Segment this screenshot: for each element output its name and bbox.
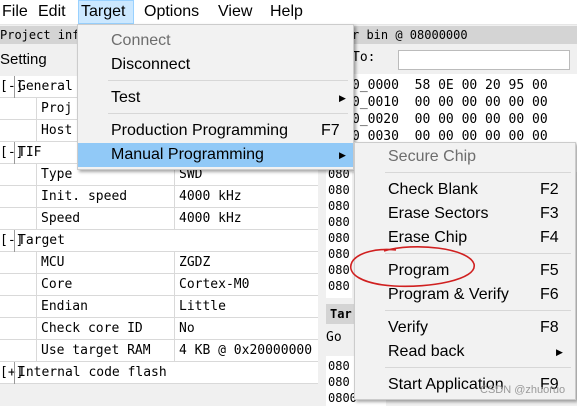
target-menu: Connect Disconnect Test ▶ Production Pro… (77, 24, 354, 170)
menu-item-test[interactable]: Test ▶ (78, 86, 353, 110)
tree-label: Speed (36, 208, 80, 230)
tree-row[interactable]: Speed 4000 kHz (0, 208, 318, 230)
tree-label: Init. speed (36, 186, 127, 208)
menu-item-erase-sectors[interactable]: Erase Sectors F3 (355, 202, 575, 226)
tree-value: ZGDZ (174, 252, 210, 274)
tree-row[interactable]: Core Cortex-M0 (0, 274, 318, 296)
to-address-field[interactable] (398, 50, 570, 70)
tree-value: 4000 kHz (174, 186, 242, 208)
tree-row[interactable]: Endian Little (0, 296, 318, 318)
tree-value: Little (174, 296, 226, 318)
shortcut-label: F8 (540, 319, 559, 336)
hex-address: 080 (328, 199, 350, 213)
menu-separator (385, 310, 571, 311)
submenu-arrow-icon: ▶ (556, 347, 563, 357)
hex-address: 0800 (328, 391, 357, 405)
shortcut-label: F5 (540, 262, 559, 279)
watermark: CSDN @zhuoruo (480, 384, 566, 396)
menu-separator (385, 172, 571, 173)
menu-edit[interactable]: Edit (36, 0, 70, 24)
collapse-icon[interactable]: [-] (0, 76, 23, 98)
tree-row[interactable]: Use target RAM 4 KB @ 0x20000000 (0, 340, 318, 362)
menu-help[interactable]: Help (268, 0, 308, 24)
shortcut-label: F7 (321, 122, 340, 139)
expand-icon[interactable]: [+] (0, 362, 23, 384)
tree-value: No (174, 318, 195, 340)
tree-label: Proj (36, 98, 72, 120)
menu-item-manual-programming[interactable]: Manual Programming ▶ (78, 143, 353, 167)
menu-separator (108, 80, 348, 81)
tree-row-target[interactable]: [-] Target (0, 230, 318, 252)
go-label: Go (326, 330, 342, 345)
tree-value: 4 KB @ 0x20000000 (174, 340, 312, 362)
tree-label: Endian (36, 296, 88, 318)
tab-setting[interactable]: Setting (0, 48, 76, 72)
tree-label: Host (36, 120, 72, 142)
shortcut-label: F6 (540, 286, 559, 303)
menu-item-check-blank[interactable]: Check Blank F2 (355, 178, 575, 202)
hex-row: 0_0020 00 00 00 00 00 00 (352, 112, 548, 127)
menu-view[interactable]: View (216, 0, 256, 24)
menu-item-secure-chip[interactable]: Secure Chip (355, 145, 575, 169)
hex-address: 080 (328, 359, 350, 373)
hex-address: 080 (328, 183, 350, 197)
submenu-arrow-icon: ▶ (339, 150, 346, 160)
tree-row[interactable]: Check core ID No (0, 318, 318, 340)
menu-item-read-back[interactable]: Read back ▶ (355, 340, 575, 364)
hex-row: 0_0010 00 00 00 00 00 00 (352, 95, 548, 110)
hex-address: 080 (328, 375, 350, 389)
tree-label: MCU (36, 252, 64, 274)
collapse-icon[interactable]: [-] (0, 142, 23, 164)
tree-row-internal-flash[interactable]: [+] Internal code flash (0, 362, 318, 384)
tree-value: Cortex-M0 (174, 274, 249, 296)
menu-target[interactable]: Target (78, 0, 134, 24)
tree-label: Use target RAM (36, 340, 151, 362)
tree-row[interactable]: MCU ZGDZ (0, 252, 318, 274)
shortcut-label: F3 (540, 205, 559, 222)
annotation-circle-icon (350, 246, 475, 288)
menu-separator (385, 367, 571, 368)
shortcut-label: F4 (540, 229, 559, 246)
menu-item-disconnect[interactable]: Disconnect (78, 53, 353, 77)
submenu-arrow-icon: ▶ (339, 93, 346, 103)
to-label: To: (352, 50, 376, 65)
tree-label: Core (36, 274, 72, 296)
menu-options[interactable]: Options (142, 0, 206, 24)
tree-label: Check core ID (36, 318, 143, 340)
collapse-icon[interactable]: [-] (0, 230, 23, 252)
hex-row: 0_0000 58 0E 00 20 95 00 (352, 78, 548, 93)
tree-group-label: Internal code flash (14, 362, 167, 384)
tree-label: Type (36, 164, 72, 186)
tree-row[interactable]: Init. speed 4000 kHz (0, 186, 318, 208)
data-file-header: r bin @ 08000000 (352, 26, 577, 44)
menu-item-production-programming[interactable]: Production Programming F7 (78, 119, 353, 143)
menu-file[interactable]: File (0, 0, 28, 24)
tree-value: 4000 kHz (174, 208, 242, 230)
tree-group-label: Target (14, 230, 65, 252)
tree-group-label: TIF (14, 142, 41, 164)
menu-item-connect[interactable]: Connect (78, 29, 353, 53)
menu-item-verify[interactable]: Verify F8 (355, 316, 575, 340)
menu-separator (108, 113, 348, 114)
tree-group-label: General (14, 76, 73, 98)
hex-address: 080 (328, 215, 350, 229)
shortcut-label: F2 (540, 181, 559, 198)
menu-bar: File Edit Target Options View Help (0, 0, 577, 25)
